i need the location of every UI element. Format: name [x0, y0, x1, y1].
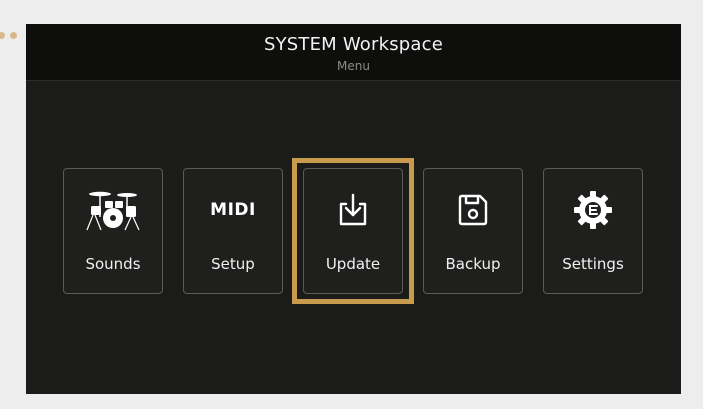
- update-label: Update: [325, 255, 381, 273]
- floppy-disk-icon: [424, 187, 522, 233]
- sounds-label: Sounds: [85, 255, 141, 273]
- update-tile[interactable]: Update: [303, 168, 403, 294]
- setup-label: Setup: [211, 255, 255, 273]
- device-screen: SYSTEM Workspace Menu Sounds MIDI Setup …: [26, 24, 681, 394]
- dot: [10, 32, 17, 39]
- midi-icon: MIDI: [184, 187, 282, 233]
- drum-kit-icon: [64, 187, 162, 233]
- backup-label: Backup: [445, 255, 501, 273]
- midi-icon-text: MIDI: [210, 200, 256, 220]
- dot: [0, 32, 5, 39]
- workspace-title: SYSTEM Workspace: [263, 34, 444, 55]
- setup-tile[interactable]: MIDI Setup: [183, 168, 283, 294]
- settings-tile[interactable]: Settings: [543, 168, 643, 294]
- header: SYSTEM Workspace Menu: [26, 24, 681, 81]
- settings-label: Settings: [562, 255, 624, 273]
- gear-icon: [544, 187, 642, 233]
- download-tray-icon: [304, 187, 402, 233]
- backup-tile[interactable]: Backup: [423, 168, 523, 294]
- menu-subtitle: Menu: [337, 59, 370, 73]
- sounds-tile[interactable]: Sounds: [63, 168, 163, 294]
